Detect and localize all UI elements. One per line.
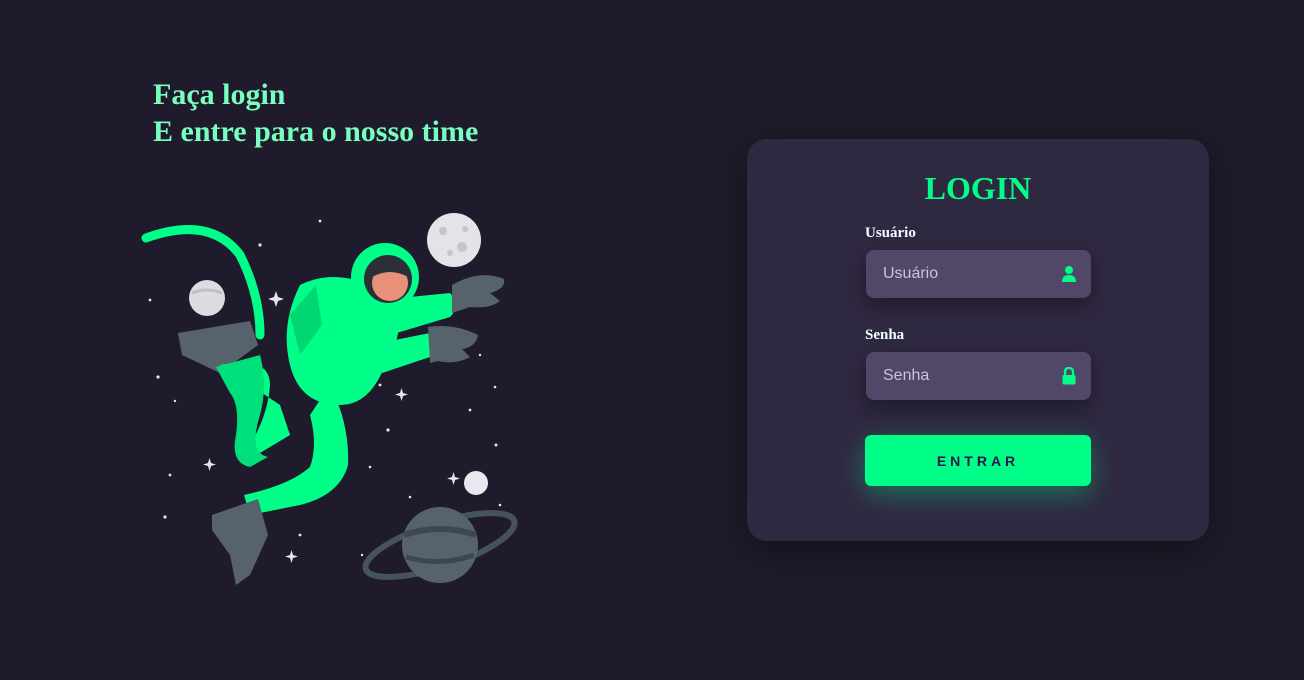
- hero-line-1: Faça login: [153, 78, 286, 111]
- login-submit-button[interactable]: ENTRAR: [865, 435, 1091, 486]
- username-field: [866, 250, 1091, 298]
- hero-line-2: E entre para o nosso time: [153, 115, 479, 148]
- password-label: Senha: [865, 327, 905, 343]
- login-title: LOGIN: [924, 170, 1032, 206]
- username-input[interactable]: [866, 250, 1091, 298]
- password-input[interactable]: [866, 352, 1091, 400]
- password-field: [866, 352, 1091, 400]
- login-page: Faça login E entre para o nosso time LOG…: [0, 0, 1304, 680]
- username-label: Usuário: [865, 225, 916, 241]
- astronaut-illustration: [141, 213, 518, 585]
- user-icon: [1062, 266, 1076, 282]
- lock-icon: [1062, 367, 1076, 385]
- hero-headline: Faça login E entre para o nosso time: [153, 76, 478, 150]
